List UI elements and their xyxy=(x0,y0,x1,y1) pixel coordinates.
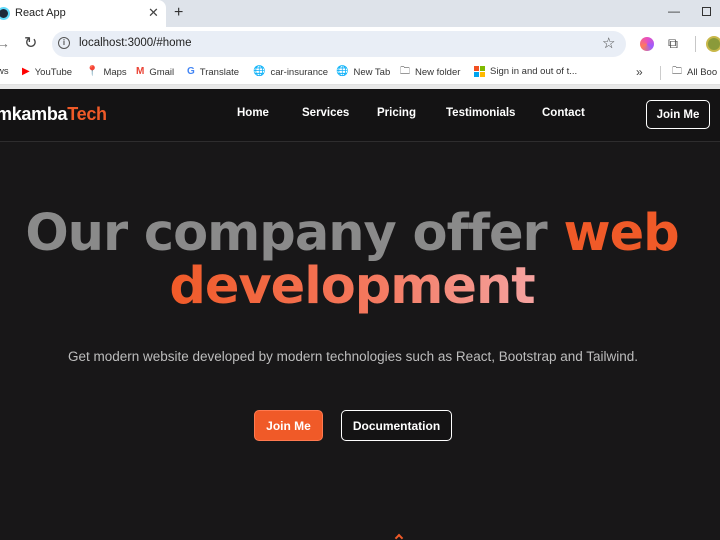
nav-testimonials[interactable]: Testimonials xyxy=(446,107,515,119)
bookmark-gmail[interactable]: M Gmail xyxy=(136,66,174,78)
toolbar-divider xyxy=(695,36,696,52)
brand-prefix: mkamba xyxy=(0,104,68,124)
bookmark-youtube[interactable]: ▶ YouTube xyxy=(22,66,72,78)
bookmarks-divider xyxy=(660,66,661,80)
nav-pricing[interactable]: Pricing xyxy=(377,107,416,119)
join-me-nav-button[interactable]: Join Me xyxy=(646,100,710,129)
translate-icon: G xyxy=(187,66,195,77)
bookmark-label: Sign in and out of t... xyxy=(490,66,578,77)
bookmarks-bar: ws ▶ YouTube 📍 Maps M Gmail G Translate … xyxy=(0,61,720,85)
hero-heading-accent: web xyxy=(563,204,679,263)
hero-heading-text: Our company offer xyxy=(25,204,564,263)
extension-icon[interactable] xyxy=(640,37,654,51)
bookmark-new-folder[interactable]: 🗀 New folder xyxy=(400,66,460,78)
join-me-button[interactable]: Join Me xyxy=(254,410,323,441)
hero-heading-line2: development xyxy=(0,258,704,316)
browser-tab[interactable]: React App ✕ xyxy=(0,0,166,27)
bookmark-label: All Boo xyxy=(687,66,718,78)
bookmark-all[interactable]: 🗀 All Boo xyxy=(672,66,717,78)
profile-avatar[interactable] xyxy=(706,36,720,52)
bookmark-label: ws xyxy=(0,66,9,77)
maps-pin-icon: 📍 xyxy=(86,66,99,77)
site-navbar: mkambaTech Home Services Pricing Testimo… xyxy=(0,89,720,142)
hero-heading-line1: Our company offer web xyxy=(0,205,704,263)
bookmark-label: New folder xyxy=(415,66,461,78)
address-bar[interactable]: i localhost:3000/#home ☆ xyxy=(52,31,626,57)
browser-toolbar: → ↻ i localhost:3000/#home ☆ xyxy=(0,27,720,61)
extensions-puzzle-icon[interactable]: ⧉ xyxy=(668,35,678,52)
minimize-icon[interactable]: — xyxy=(668,4,680,18)
new-tab-icon[interactable]: + xyxy=(174,4,183,22)
bookmark-news[interactable]: ws xyxy=(0,66,9,77)
bookmark-label: car-insurance xyxy=(270,66,329,78)
tab-strip: React App ✕ + — xyxy=(0,0,720,27)
bookmark-star-icon[interactable]: ☆ xyxy=(602,34,615,52)
nav-home[interactable]: Home xyxy=(237,107,269,119)
bookmark-label: Translate xyxy=(199,66,240,78)
nav-contact[interactable]: Contact xyxy=(542,107,585,119)
more-bookmarks-icon[interactable]: » xyxy=(636,65,643,79)
bookmark-label: Maps xyxy=(103,66,127,78)
youtube-icon: ▶ xyxy=(22,66,30,77)
bookmark-label: Gmail xyxy=(149,66,175,78)
folder-icon: 🗀 xyxy=(400,66,410,77)
microsoft-icon xyxy=(474,66,485,77)
brand-suffix: Tech xyxy=(67,104,107,124)
gmail-icon: M xyxy=(136,66,145,77)
forward-icon[interactable]: → xyxy=(0,35,10,51)
tab-title: React App xyxy=(15,7,66,19)
bookmark-new-tab[interactable]: 🌐 New Tab xyxy=(336,66,390,78)
scroll-up-icon[interactable] xyxy=(394,533,404,540)
hero-heading-gradient: development xyxy=(169,257,535,316)
bookmark-translate[interactable]: G Translate xyxy=(187,66,239,78)
globe-icon: 🌐 xyxy=(336,66,349,77)
bookmark-sign-in[interactable]: Sign in and out of t... xyxy=(474,66,577,77)
maximize-icon[interactable] xyxy=(702,7,711,16)
bookmark-label: New Tab xyxy=(353,66,391,78)
globe-icon: 🌐 xyxy=(253,66,266,77)
bookmark-label: YouTube xyxy=(34,66,73,78)
folder-icon: 🗀 xyxy=(672,66,682,77)
close-tab-icon[interactable]: ✕ xyxy=(148,5,159,21)
bookmark-maps[interactable]: 📍 Maps xyxy=(86,66,127,78)
bookmark-car-insurance[interactable]: 🌐 car-insurance xyxy=(253,66,328,78)
react-favicon-icon xyxy=(0,7,10,20)
url-text[interactable]: localhost:3000/#home xyxy=(79,37,192,49)
reload-icon[interactable]: ↻ xyxy=(24,33,37,53)
nav-services[interactable]: Services xyxy=(302,107,349,119)
site-info-icon[interactable]: i xyxy=(58,37,70,49)
brand-logo[interactable]: mkambaTech xyxy=(0,104,107,125)
documentation-button[interactable]: Documentation xyxy=(341,410,452,441)
hero-subtitle: Get modern website developed by modern t… xyxy=(67,349,639,364)
